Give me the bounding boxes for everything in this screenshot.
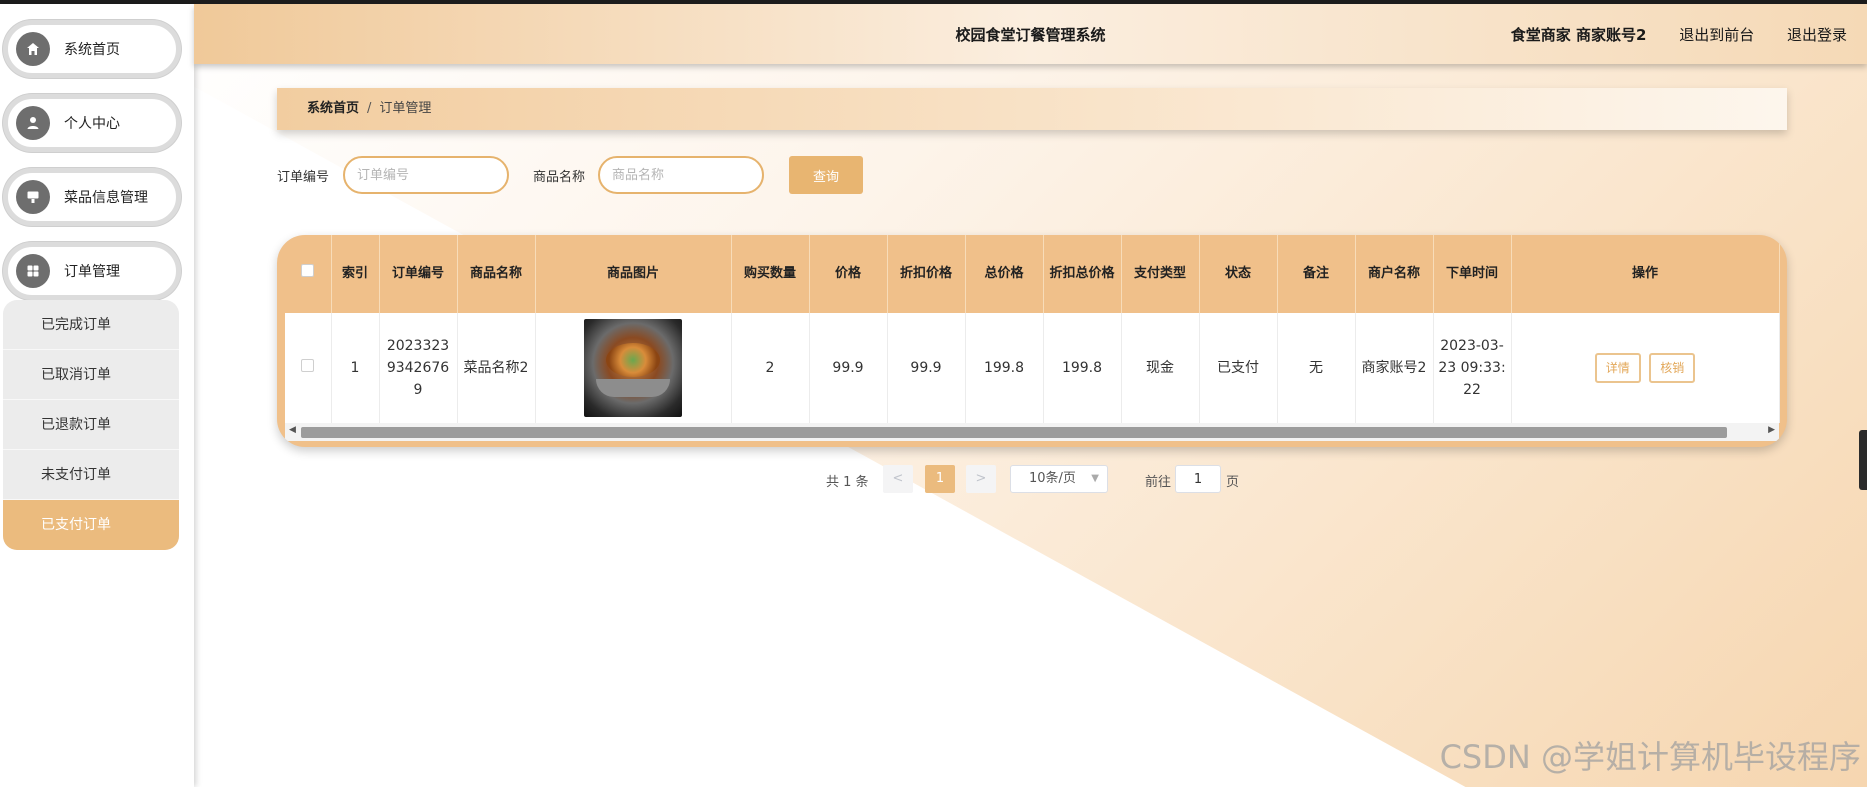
column-header: 下单时间 xyxy=(1433,235,1512,313)
chevron-down-icon: ▼ xyxy=(1091,473,1099,484)
status-cell: 已支付 xyxy=(1199,313,1278,423)
column-header: 状态 xyxy=(1199,235,1278,313)
column-header: 备注 xyxy=(1277,235,1356,313)
verify-button[interactable]: 核销 xyxy=(1649,353,1696,383)
column-header: 操作 xyxy=(1511,235,1780,313)
sidebar-item-label: 订单管理 xyxy=(64,264,120,280)
discount-total-cell: 199.8 xyxy=(1043,313,1122,423)
page-number-current[interactable]: 1 xyxy=(925,465,955,493)
sidebar-item-dishes[interactable]: 菜品信息管理 xyxy=(3,168,181,226)
submenu-item-completed[interactable]: 已完成订单 xyxy=(3,300,179,350)
dish-icon xyxy=(16,180,50,214)
sidebar-item-label: 系统首页 xyxy=(64,42,120,58)
product-name-cell: 菜品名称2 xyxy=(457,313,536,423)
product-thumbnail[interactable] xyxy=(584,319,682,417)
sidebar-item-orders[interactable]: 订单管理 xyxy=(3,242,181,300)
remark-cell: 无 xyxy=(1277,313,1356,423)
home-icon xyxy=(16,32,50,66)
product-name-input[interactable] xyxy=(598,156,764,194)
grid-icon xyxy=(16,254,50,288)
row-select-cell xyxy=(285,313,332,423)
column-header: 总价格 xyxy=(965,235,1044,313)
logout-link[interactable]: 退出登录 xyxy=(1787,26,1847,44)
total-count: 共 1 条 xyxy=(826,475,869,490)
discount-price-cell: 99.9 xyxy=(887,313,966,423)
user-icon xyxy=(16,106,50,140)
column-header: 商品图片 xyxy=(535,235,732,313)
column-header: 折扣价格 xyxy=(887,235,966,313)
side-handle[interactable] xyxy=(1859,430,1867,490)
product-image-cell xyxy=(535,313,732,423)
scroll-left-arrow-icon[interactable]: ◀ xyxy=(289,425,296,435)
order-time-cell: 2023-03-23 09:33:22 xyxy=(1433,313,1512,423)
detail-button[interactable]: 详情 xyxy=(1594,353,1641,383)
breadcrumb-separator: / xyxy=(367,101,372,116)
column-header: 订单编号 xyxy=(379,235,458,313)
actions-cell: 详情 核销 xyxy=(1511,313,1780,423)
order-no-label: 订单编号 xyxy=(277,170,330,185)
goto-suffix: 页 xyxy=(1226,475,1240,490)
sidebar-item-profile[interactable]: 个人中心 xyxy=(3,94,181,152)
pay-type-cell: 现金 xyxy=(1121,313,1200,423)
sidebar: 系统首页 个人中心 菜品信息管理 订单管理 已完成订单 已取消订单 已退款订单 … xyxy=(0,4,194,787)
orders-table: 索引 订单编号 商品名称 商品图片 购买数量 价格 折扣价格 总价格 折扣总价格… xyxy=(285,235,1780,423)
sidebar-item-label: 个人中心 xyxy=(64,116,120,132)
column-header: 支付类型 xyxy=(1121,235,1200,313)
scroll-thumb[interactable] xyxy=(301,427,1727,438)
goto-page-input[interactable] xyxy=(1175,465,1221,493)
table-header: 索引 订单编号 商品名称 商品图片 购买数量 价格 折扣价格 总价格 折扣总价格… xyxy=(285,235,1780,313)
sidebar-item-home[interactable]: 系统首页 xyxy=(3,20,181,78)
table-row: 1 20233239342676 9 菜品名称2 2 99.9 99.9 199… xyxy=(285,313,1780,423)
header-actions: 食堂商家 商家账号2 退出到前台 退出登录 xyxy=(1483,4,1847,66)
sidebar-item-label: 菜品信息管理 xyxy=(64,190,148,206)
column-header: 索引 xyxy=(331,235,380,313)
column-header: 商户名称 xyxy=(1355,235,1434,313)
column-header: 价格 xyxy=(809,235,888,313)
total-cell: 199.8 xyxy=(965,313,1044,423)
submenu-item-paid[interactable]: 已支付订单 xyxy=(3,500,179,550)
index-cell: 1 xyxy=(331,313,380,423)
exit-to-front-link[interactable]: 退出到前台 xyxy=(1679,26,1754,44)
product-name-label: 商品名称 xyxy=(533,170,586,185)
submenu-item-refunded[interactable]: 已退款订单 xyxy=(3,400,179,450)
merchant-cell: 商家账号2 xyxy=(1355,313,1434,423)
select-all-column xyxy=(285,235,332,313)
breadcrumb: 系统首页 / 订单管理 xyxy=(277,88,1787,130)
user-label: 食堂商家 商家账号2 xyxy=(1510,26,1647,44)
goto-label: 前往 xyxy=(1145,475,1172,490)
column-header: 购买数量 xyxy=(731,235,810,313)
page-size-value: 10条/页 xyxy=(1029,471,1076,486)
order-no-input[interactable] xyxy=(343,156,509,194)
orders-table-panel: 索引 订单编号 商品名称 商品图片 购买数量 价格 折扣价格 总价格 折扣总价格… xyxy=(277,235,1787,447)
watermark-text: CSDN @学姐计算机毕设程序 xyxy=(1439,738,1861,776)
top-header: 校园食堂订餐管理系统 食堂商家 商家账号2 退出到前台 退出登录 xyxy=(194,4,1867,64)
breadcrumb-current: 订单管理 xyxy=(379,101,432,116)
price-cell: 99.9 xyxy=(809,313,888,423)
quantity-cell: 2 xyxy=(731,313,810,423)
column-header: 折扣总价格 xyxy=(1043,235,1122,313)
horizontal-scrollbar[interactable]: ◀ ▶ xyxy=(285,423,1779,441)
breadcrumb-home[interactable]: 系统首页 xyxy=(307,101,359,116)
pagination: 共 1 条 < 1 > 10条/页 ▼ 前往 页 xyxy=(0,465,1867,493)
select-all-checkbox[interactable] xyxy=(301,264,315,277)
scroll-right-arrow-icon[interactable]: ▶ xyxy=(1768,425,1775,435)
search-button[interactable]: 查询 xyxy=(789,156,863,194)
prev-page-button[interactable]: < xyxy=(883,465,913,493)
page-size-select[interactable]: 10条/页 ▼ xyxy=(1010,465,1108,493)
row-checkbox[interactable] xyxy=(301,359,315,372)
order-submenu: 已完成订单 已取消订单 已退款订单 未支付订单 已支付订单 xyxy=(3,300,179,550)
order-no-cell: 20233239342676 9 xyxy=(379,313,458,423)
submenu-item-cancelled[interactable]: 已取消订单 xyxy=(3,350,179,400)
column-header: 商品名称 xyxy=(457,235,536,313)
next-page-button[interactable]: > xyxy=(966,465,996,493)
